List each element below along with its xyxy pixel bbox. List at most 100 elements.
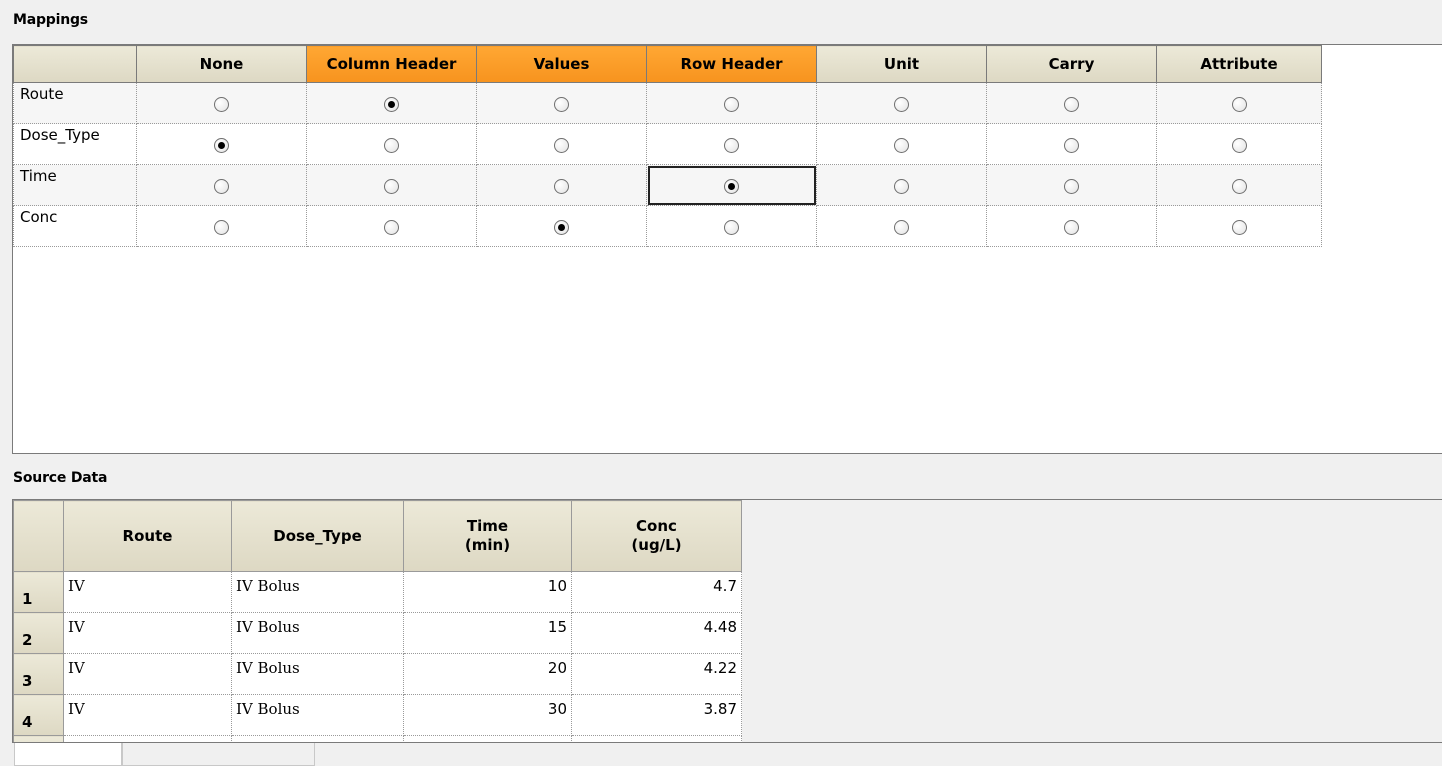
radio-time-carry[interactable] xyxy=(1064,178,1079,194)
source-col-header[interactable]: Route xyxy=(63,500,232,572)
mapping-cell[interactable] xyxy=(646,123,817,165)
row-number: 3 xyxy=(13,653,64,695)
radio-time-row-header[interactable] xyxy=(724,178,739,194)
mapping-cell[interactable] xyxy=(816,82,987,124)
radio-conc-none[interactable] xyxy=(214,219,229,235)
bottom-tab-strip xyxy=(0,743,1442,766)
mapping-cell[interactable] xyxy=(476,205,647,247)
mapping-cell[interactable] xyxy=(476,164,647,206)
mapping-col-carry: Carry xyxy=(986,45,1157,83)
radio-dose_type-attribute[interactable] xyxy=(1231,137,1247,153)
mapping-cell[interactable] xyxy=(646,205,817,247)
radio-route-values[interactable] xyxy=(554,96,569,112)
radio-route-row-header[interactable] xyxy=(724,96,739,112)
table-cell[interactable]: IV xyxy=(63,653,232,695)
table-cell[interactable]: 30 xyxy=(403,694,572,736)
table-row: 1 IV IV Bolus 10 4.7 xyxy=(13,571,742,613)
table-cell[interactable]: 3.87 xyxy=(571,694,742,736)
radio-time-values[interactable] xyxy=(554,178,569,194)
mapping-cell[interactable] xyxy=(306,205,477,247)
radio-conc-row-header[interactable] xyxy=(724,219,739,235)
mapping-cell[interactable] xyxy=(136,82,307,124)
table-cell[interactable]: IV xyxy=(63,571,232,613)
radio-conc-values[interactable] xyxy=(554,219,569,235)
corner-header xyxy=(13,500,64,572)
radio-time-none[interactable] xyxy=(214,178,229,194)
table-cell[interactable]: IV Bolus xyxy=(231,735,404,742)
radio-route-none[interactable] xyxy=(214,96,229,112)
mappings-table: None Column Header Values Row Header Unit Car… xyxy=(13,45,1322,247)
table-cell[interactable]: 20 xyxy=(403,653,572,695)
mapping-cell[interactable] xyxy=(136,205,307,247)
radio-route-unit[interactable] xyxy=(894,96,909,112)
mapping-cell[interactable] xyxy=(986,82,1157,124)
table-cell[interactable]: 4.7 xyxy=(571,571,742,613)
table-cell[interactable]: 40 xyxy=(403,735,572,742)
table-cell[interactable]: IV Bolus xyxy=(231,694,404,736)
table-row: 2 IV IV Bolus 15 4.48 xyxy=(13,612,742,654)
source-col-header[interactable]: Conc (ug/L) xyxy=(571,500,742,572)
table-cell[interactable]: 10 xyxy=(403,571,572,613)
mapping-cell[interactable] xyxy=(816,205,987,247)
radio-time-unit[interactable] xyxy=(894,178,909,194)
radio-dose_type-values[interactable] xyxy=(554,137,569,153)
mapping-cell[interactable] xyxy=(986,164,1157,206)
mapping-cell[interactable] xyxy=(1156,164,1322,206)
table-cell[interactable]: IV xyxy=(63,735,232,742)
table-cell[interactable]: 15 xyxy=(403,612,572,654)
table-cell[interactable]: 4.48 xyxy=(571,612,742,654)
mapping-cell[interactable] xyxy=(476,123,647,165)
table-cell[interactable]: 3.57 xyxy=(571,735,742,742)
mapping-cell[interactable] xyxy=(306,82,477,124)
mapping-cell[interactable] xyxy=(1156,123,1322,165)
radio-route-carry[interactable] xyxy=(1064,96,1079,112)
mapping-col-values: Values xyxy=(476,45,647,83)
radio-conc-carry[interactable] xyxy=(1064,219,1079,235)
radio-time-column-header[interactable] xyxy=(384,178,399,194)
table-cell[interactable]: IV Bolus xyxy=(231,571,404,613)
mapping-cell[interactable] xyxy=(1156,205,1322,247)
table-cell[interactable]: IV xyxy=(63,612,232,654)
radio-time-attribute[interactable] xyxy=(1231,178,1247,194)
mapping-cell[interactable] xyxy=(1156,82,1322,124)
mapping-cell[interactable] xyxy=(136,164,307,206)
table-cell[interactable]: 4.22 xyxy=(571,653,742,695)
radio-dose_type-column-header[interactable] xyxy=(384,137,399,153)
radio-dose_type-row-header[interactable] xyxy=(724,137,739,153)
mapping-row: Conc xyxy=(13,205,1322,247)
row-number: 2 xyxy=(13,612,64,654)
source-col-header[interactable]: Time (min) xyxy=(403,500,572,572)
tab-1[interactable] xyxy=(14,743,122,766)
row-number: 4 xyxy=(13,694,64,736)
radio-dose_type-unit[interactable] xyxy=(894,137,909,153)
mappings-grid-panel: None Column Header Values Row Header Unit Car… xyxy=(12,44,1442,454)
mapping-cell[interactable] xyxy=(306,164,477,206)
source-data-table: Route Dose_Type Time (min) Conc (ug/L) 1 IV I… xyxy=(13,500,742,742)
mapping-cell[interactable] xyxy=(476,82,647,124)
table-cell[interactable]: IV Bolus xyxy=(231,653,404,695)
tab-2[interactable] xyxy=(122,743,315,766)
mapping-cell[interactable] xyxy=(816,123,987,165)
mapping-col-row-header: Row Header xyxy=(646,45,817,83)
radio-conc-column-header[interactable] xyxy=(384,219,399,235)
mappings-title: Mappings xyxy=(13,12,88,28)
mapping-row-label: Dose_Type xyxy=(13,123,137,165)
radio-conc-attribute[interactable] xyxy=(1231,219,1247,235)
radio-dose_type-carry[interactable] xyxy=(1064,137,1079,153)
mapping-cell[interactable] xyxy=(136,123,307,165)
source-col-header[interactable]: Dose_Type xyxy=(231,500,404,572)
radio-route-attribute[interactable] xyxy=(1231,96,1247,112)
radio-conc-unit[interactable] xyxy=(894,219,909,235)
mapping-row-label: Time xyxy=(13,164,137,206)
radio-route-column-header[interactable] xyxy=(384,96,399,112)
mapping-col-unit: Unit xyxy=(816,45,987,83)
mapping-cell[interactable] xyxy=(986,205,1157,247)
mapping-cell[interactable] xyxy=(646,82,817,124)
mapping-cell[interactable] xyxy=(816,164,987,206)
mapping-cell[interactable] xyxy=(986,123,1157,165)
mapping-cell[interactable] xyxy=(646,164,817,206)
table-cell[interactable]: IV xyxy=(63,694,232,736)
table-cell[interactable]: IV Bolus xyxy=(231,612,404,654)
radio-dose_type-none[interactable] xyxy=(214,137,229,153)
mapping-cell[interactable] xyxy=(306,123,477,165)
